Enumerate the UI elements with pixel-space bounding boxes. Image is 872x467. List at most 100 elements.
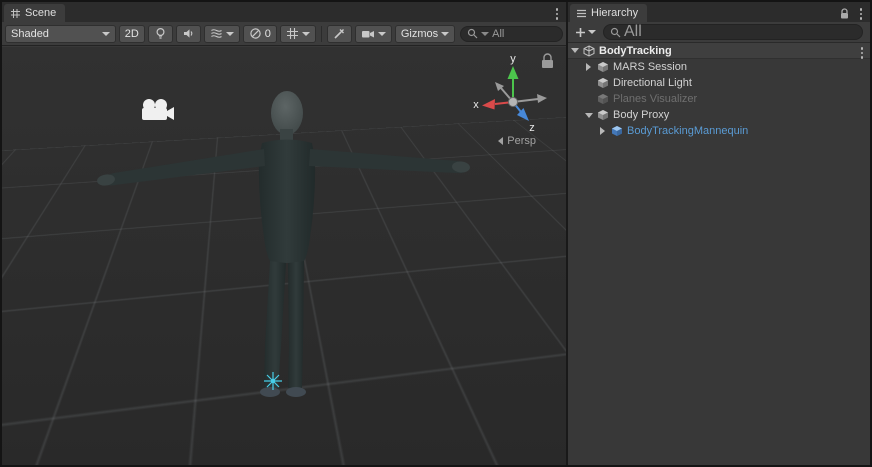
chevron-down-icon [378, 32, 386, 36]
grid-icon [286, 27, 299, 40]
unity-editor-window: Scene Shaded 2D [0, 0, 872, 467]
foldout-collapsed-icon[interactable] [582, 63, 595, 71]
lock-icon[interactable] [542, 54, 553, 68]
chevron-down-icon [226, 32, 234, 36]
scene-search-value: All [492, 28, 504, 40]
scene-content: y x z [2, 47, 566, 465]
tree-row-disabled[interactable]: Planes Visualizer [568, 91, 870, 107]
orientation-gizmo[interactable]: y x z [473, 53, 547, 134]
unity-scene-icon [582, 45, 596, 57]
axis-y-label: y [510, 53, 516, 65]
foldout-expanded-icon[interactable] [568, 48, 581, 53]
hidden-objects-icon [249, 27, 262, 40]
scene-viewport[interactable]: y x z Persp [2, 47, 566, 465]
projection-label: Persp [507, 135, 536, 147]
chevron-down-icon [302, 32, 310, 36]
axis-neg-x-cone[interactable] [537, 94, 547, 103]
axis-z-label: z [529, 122, 535, 134]
object-name: MARS Session [611, 61, 687, 73]
toggle-2d-label: 2D [125, 28, 139, 40]
tree-row[interactable]: MARS Session [568, 59, 870, 75]
object-name: Planes Visualizer [611, 93, 697, 105]
mannequin-left-leg [264, 261, 286, 388]
gameobject-cube-icon [596, 77, 610, 89]
mannequin-left-foot [260, 387, 280, 397]
axis-y-cone[interactable] [508, 66, 519, 79]
gameobject-cube-icon [596, 61, 610, 73]
mannequin-left-arm [105, 149, 265, 186]
hierarchy-tab-label: Hierarchy [591, 7, 638, 19]
scene-tabstrip: Scene [2, 2, 566, 22]
scene-toolbar: Shaded 2D [2, 22, 566, 46]
scene-tab-grid-icon [10, 8, 21, 19]
scene-tab-label: Scene [25, 7, 56, 19]
camera-gizmo-icon[interactable] [142, 99, 174, 120]
lightbulb-icon [154, 27, 167, 40]
chevron-down-icon [441, 32, 449, 36]
hierarchy-tabstrip: Hierarchy [568, 2, 870, 22]
hierarchy-tab-icon [576, 9, 587, 18]
tab-scene[interactable]: Scene [4, 4, 65, 22]
chevron-down-icon [481, 32, 489, 36]
hierarchy-toolbar: All [568, 22, 870, 43]
chevron-down-icon [588, 30, 596, 34]
gizmos-label: Gizmos [401, 28, 438, 40]
object-name: BodyTrackingMannequin [625, 125, 748, 137]
axis-x-cone[interactable] [482, 99, 495, 110]
search-icon [610, 27, 621, 38]
scene-search-input[interactable]: All [460, 26, 563, 42]
toggle-2d-button[interactable]: 2D [119, 25, 145, 43]
mannequin-right-arm [309, 149, 467, 173]
gizmos-dropdown[interactable]: Gizmos [395, 25, 455, 43]
tree-row[interactable]: Directional Light [568, 75, 870, 91]
mannequin-right-leg [288, 261, 304, 388]
mannequin-torso [259, 140, 315, 264]
toolbar-separator [321, 26, 322, 42]
scene-audio-button[interactable] [176, 25, 201, 43]
create-object-button[interactable] [572, 25, 599, 40]
chevron-down-icon [102, 32, 110, 36]
tree-row-scene[interactable]: BodyTracking [568, 43, 870, 59]
effects-icon [210, 27, 223, 40]
draw-mode-dropdown[interactable]: Shaded [5, 25, 116, 43]
grid-settings-dropdown[interactable] [280, 25, 316, 43]
scene-name: BodyTracking [597, 45, 672, 57]
hierarchy-search-value: All [624, 23, 642, 41]
foldout-expanded-icon[interactable] [582, 113, 595, 118]
tree-row[interactable]: Body Proxy [568, 107, 870, 123]
scene-pane-menu-icon[interactable] [554, 6, 561, 22]
scene-camera-dropdown[interactable] [355, 25, 392, 43]
scene-panel: Scene Shaded 2D [2, 2, 566, 465]
scene-visibility-button[interactable]: 0 [243, 25, 277, 43]
mannequin-head [271, 91, 303, 135]
foldout-collapsed-icon[interactable] [596, 127, 609, 135]
scene-lighting-button[interactable] [148, 25, 173, 43]
projection-toggle[interactable]: Persp [498, 135, 536, 147]
camera-icon [361, 28, 375, 40]
plus-icon [575, 27, 586, 38]
gameobject-cube-icon [596, 109, 610, 121]
tree-row-prefab[interactable]: BodyTrackingMannequin [568, 123, 870, 139]
gameobject-cube-icon [596, 93, 610, 105]
hidden-count: 0 [265, 28, 271, 40]
hierarchy-panel: Hierarchy Al [566, 2, 870, 465]
prefab-cube-icon [610, 125, 624, 137]
component-tools-button[interactable] [327, 25, 352, 43]
hierarchy-search-input[interactable]: All [603, 24, 863, 40]
axis-x-label: x [473, 99, 479, 111]
mannequin-right-foot [286, 387, 306, 397]
draw-mode-label: Shaded [11, 28, 49, 40]
axis-center-ball[interactable] [509, 98, 518, 107]
tools-icon [333, 27, 346, 40]
speaker-icon [182, 27, 195, 40]
chevron-left-icon [498, 137, 503, 145]
object-name: Directional Light [611, 77, 692, 89]
hierarchy-pane-menu-icon[interactable] [858, 6, 865, 22]
object-name: Body Proxy [611, 109, 669, 121]
tab-hierarchy[interactable]: Hierarchy [570, 4, 647, 22]
scene-effects-dropdown[interactable] [204, 25, 240, 43]
lock-icon[interactable] [839, 8, 850, 20]
search-icon [467, 28, 478, 39]
hierarchy-tree: BodyTracking MARS Session [568, 43, 870, 139]
mannequin[interactable] [96, 91, 470, 397]
